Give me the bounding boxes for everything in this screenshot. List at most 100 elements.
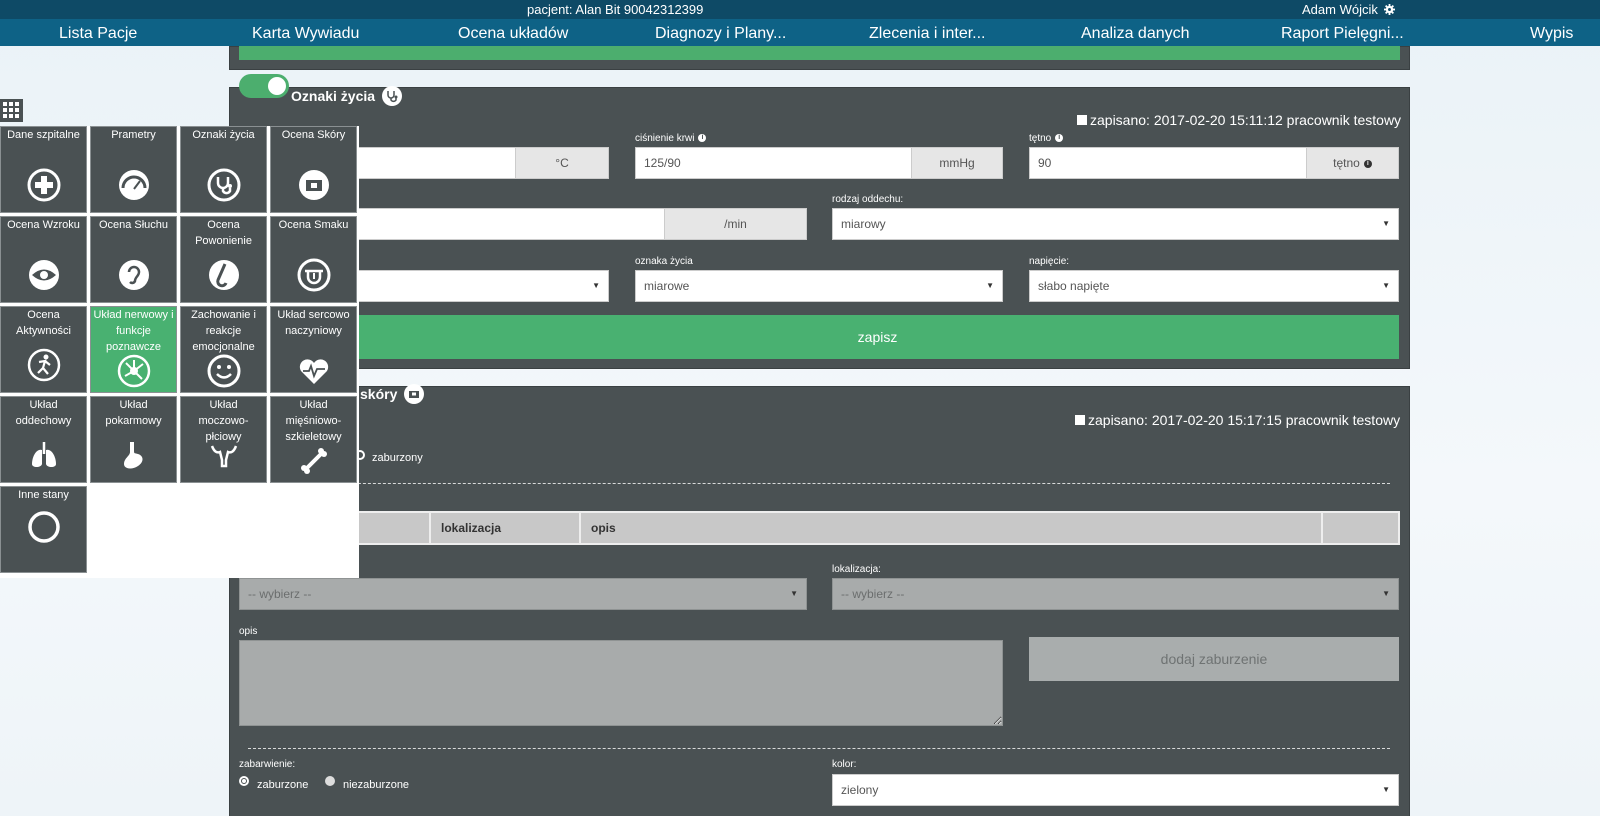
tile-musculoskeletal[interactable]: Układ mięśniowo-szkieletowy xyxy=(270,396,357,483)
info-icon[interactable]: i xyxy=(1055,134,1064,143)
tile-hearing[interactable]: Ocena Słuchu xyxy=(90,216,177,303)
bp-label: ciśnienie krwi xyxy=(635,133,695,144)
skin-radio-disturbed-label: zaburzony xyxy=(372,452,423,464)
tile-smell[interactable]: Ocena Powonienie xyxy=(180,216,267,303)
nav-interview-card[interactable]: Karta Wywiadu xyxy=(252,25,359,43)
tile-activity[interactable]: Ocena Aktywności xyxy=(0,306,87,393)
disorder-type-select[interactable]: -- wybierz -- ▼ xyxy=(239,578,807,610)
table-header-description: opis xyxy=(581,513,1323,543)
vitals-toggle[interactable] xyxy=(239,74,289,98)
vitals-title-wrap: Oznaki życia xyxy=(291,86,402,106)
respiration-rate-input[interactable] xyxy=(356,208,665,240)
chevron-down-icon: ▼ xyxy=(1382,589,1390,598)
nav-systems-assessment[interactable]: Ocena układów xyxy=(458,25,568,43)
tile-label: Ocena Wzroku xyxy=(7,219,80,231)
breath-type-value: miarowy xyxy=(841,217,886,231)
breath-type-label: rodzaj oddechu: xyxy=(832,194,904,205)
tile-vital-signs[interactable]: Oznaki życia xyxy=(180,126,267,213)
tile-respiratory[interactable]: Układ oddechowy xyxy=(0,396,87,483)
tile-digestive[interactable]: Układ pokarmowy xyxy=(90,396,177,483)
tile-cardiovascular[interactable]: Układ sercowo naczyniowy xyxy=(270,306,357,393)
tile-taste[interactable]: Ocena Smaku xyxy=(270,216,357,303)
tile-label: Układ mięśniowo-szkieletowy xyxy=(285,399,342,443)
info-icon[interactable]: i xyxy=(1363,159,1372,168)
pulse-input[interactable]: 90 xyxy=(1029,147,1307,179)
pulse-label: tętno xyxy=(1029,133,1052,144)
neuron-icon xyxy=(117,354,151,388)
nav-orders[interactable]: Zlecenia i inter... xyxy=(869,25,986,43)
nav-patient-list[interactable]: Lista Pacje xyxy=(59,25,137,43)
tile-other-conditions[interactable]: Inne stany xyxy=(0,486,87,573)
save-disk-icon xyxy=(1075,415,1085,425)
tile-behavior[interactable]: Zachowanie i reakcje emocjonalne xyxy=(180,306,267,393)
tile-urogenital[interactable]: Układ moczowo-płciowy xyxy=(180,396,267,483)
stethoscope-icon xyxy=(381,86,402,106)
pulse-unit: tętno xyxy=(1333,156,1360,170)
table-header-actions xyxy=(1323,513,1398,543)
coloring-radio-undisturbed-label: niezaburzone xyxy=(343,779,410,791)
tile-label: Ocena Smaku xyxy=(278,219,349,231)
pulse-unit-wrap: tętno i xyxy=(1306,147,1399,179)
main-nav: Lista Pacje Karta Wywiadu Ocena układów … xyxy=(0,19,1600,46)
color-value: zielony xyxy=(841,783,879,797)
tile-label: Ocena Skóry xyxy=(281,129,346,141)
breath-type-select[interactable]: miarowy ▼ xyxy=(832,208,1399,240)
vitals-select-1[interactable]: ▼ xyxy=(356,270,609,302)
tongue-icon xyxy=(297,258,331,292)
vitals-saved-text: zapisano: 2017-02-20 15:11:12 pracownik … xyxy=(1090,112,1402,128)
description-textarea[interactable] xyxy=(239,640,1003,726)
skin-saved-text: zapisano: 2017-02-20 15:17:15 pracownik … xyxy=(1088,412,1401,428)
blood-pressure-input[interactable]: 125/90 xyxy=(635,147,912,179)
table-header-location: lokalizacja xyxy=(431,513,581,543)
tile-label: Inne stany xyxy=(18,489,69,501)
disorder-type-placeholder: -- wybierz -- xyxy=(248,587,312,601)
toggle-knob xyxy=(268,77,286,95)
chevron-down-icon: ▼ xyxy=(986,281,994,290)
coloring-label: zabarwienie: xyxy=(239,759,296,770)
coloring-radio-undisturbed[interactable] xyxy=(325,776,335,786)
nav-discharge[interactable]: Wypis xyxy=(1530,25,1573,43)
save-vitals-button[interactable]: zapisz xyxy=(356,315,1399,359)
nav-nursing-report[interactable]: Raport Pielęgni... xyxy=(1281,25,1404,43)
location-placeholder: -- wybierz -- xyxy=(841,587,905,601)
tile-label: Układ pokarmowy xyxy=(105,399,162,427)
description-label: opis xyxy=(239,626,258,637)
user-menu[interactable]: Adam Wójcik xyxy=(1302,2,1396,17)
tile-vision[interactable]: Ocena Wzroku xyxy=(0,216,87,303)
top-bar: pacjent: Alan Bit 90042312399 Adam Wójci… xyxy=(0,0,1600,19)
tile-label: Oznaki życia xyxy=(192,129,255,141)
respiration-rate-unit: /min xyxy=(664,208,807,240)
add-disorder-button[interactable]: dodaj zaburzenie xyxy=(1029,637,1399,681)
info-icon[interactable]: i xyxy=(698,134,707,143)
coloring-radio-disturbed-label: zaburzone xyxy=(257,779,309,791)
vitals-title: Oznaki życia xyxy=(291,88,376,104)
coloring-radio-disturbed[interactable] xyxy=(239,776,249,786)
skin-saved-info: zapisano: 2017-02-20 15:17:15 pracownik … xyxy=(1075,412,1400,428)
eye-icon xyxy=(29,260,59,290)
skin-title-wrap: skóry xyxy=(360,384,425,404)
tile-nervous-system[interactable]: Układ nerwowy i funkcje poznawcze xyxy=(90,306,177,393)
tension-select[interactable]: słabo napięte ▼ xyxy=(1029,270,1399,302)
tile-label: Dane szpitalne xyxy=(7,129,80,141)
medical-cross-icon xyxy=(27,168,61,202)
divider xyxy=(248,483,1390,484)
color-select[interactable]: zielony ▼ xyxy=(832,774,1399,806)
temperature-input[interactable] xyxy=(356,147,516,179)
gear-icon[interactable] xyxy=(1384,4,1396,15)
location-select[interactable]: -- wybierz -- ▼ xyxy=(832,578,1399,610)
lungs-icon xyxy=(32,442,56,467)
bone-icon xyxy=(301,448,327,474)
life-sign-select[interactable]: miarowe ▼ xyxy=(635,270,1003,302)
previous-panel-save-strip[interactable] xyxy=(239,46,1400,60)
nav-data-analysis[interactable]: Analiza danych xyxy=(1081,25,1190,43)
ear-icon xyxy=(119,260,149,290)
tile-label: Ocena Aktywności xyxy=(15,309,72,337)
tile-parameters[interactable]: Prametry xyxy=(90,126,177,213)
tile-label: Zachowanie i reakcje emocjonalne xyxy=(191,309,256,353)
tile-skin[interactable]: Ocena Skóry xyxy=(270,126,357,213)
tile-hospital-data[interactable]: Dane szpitalne xyxy=(0,126,87,213)
patient-info: pacjent: Alan Bit 90042312399 xyxy=(527,2,704,17)
grid-menu-icon[interactable] xyxy=(0,99,23,122)
nav-diagnoses-plans[interactable]: Diagnozy i Plany... xyxy=(655,25,786,43)
location-label: lokalizacja: xyxy=(832,564,881,575)
